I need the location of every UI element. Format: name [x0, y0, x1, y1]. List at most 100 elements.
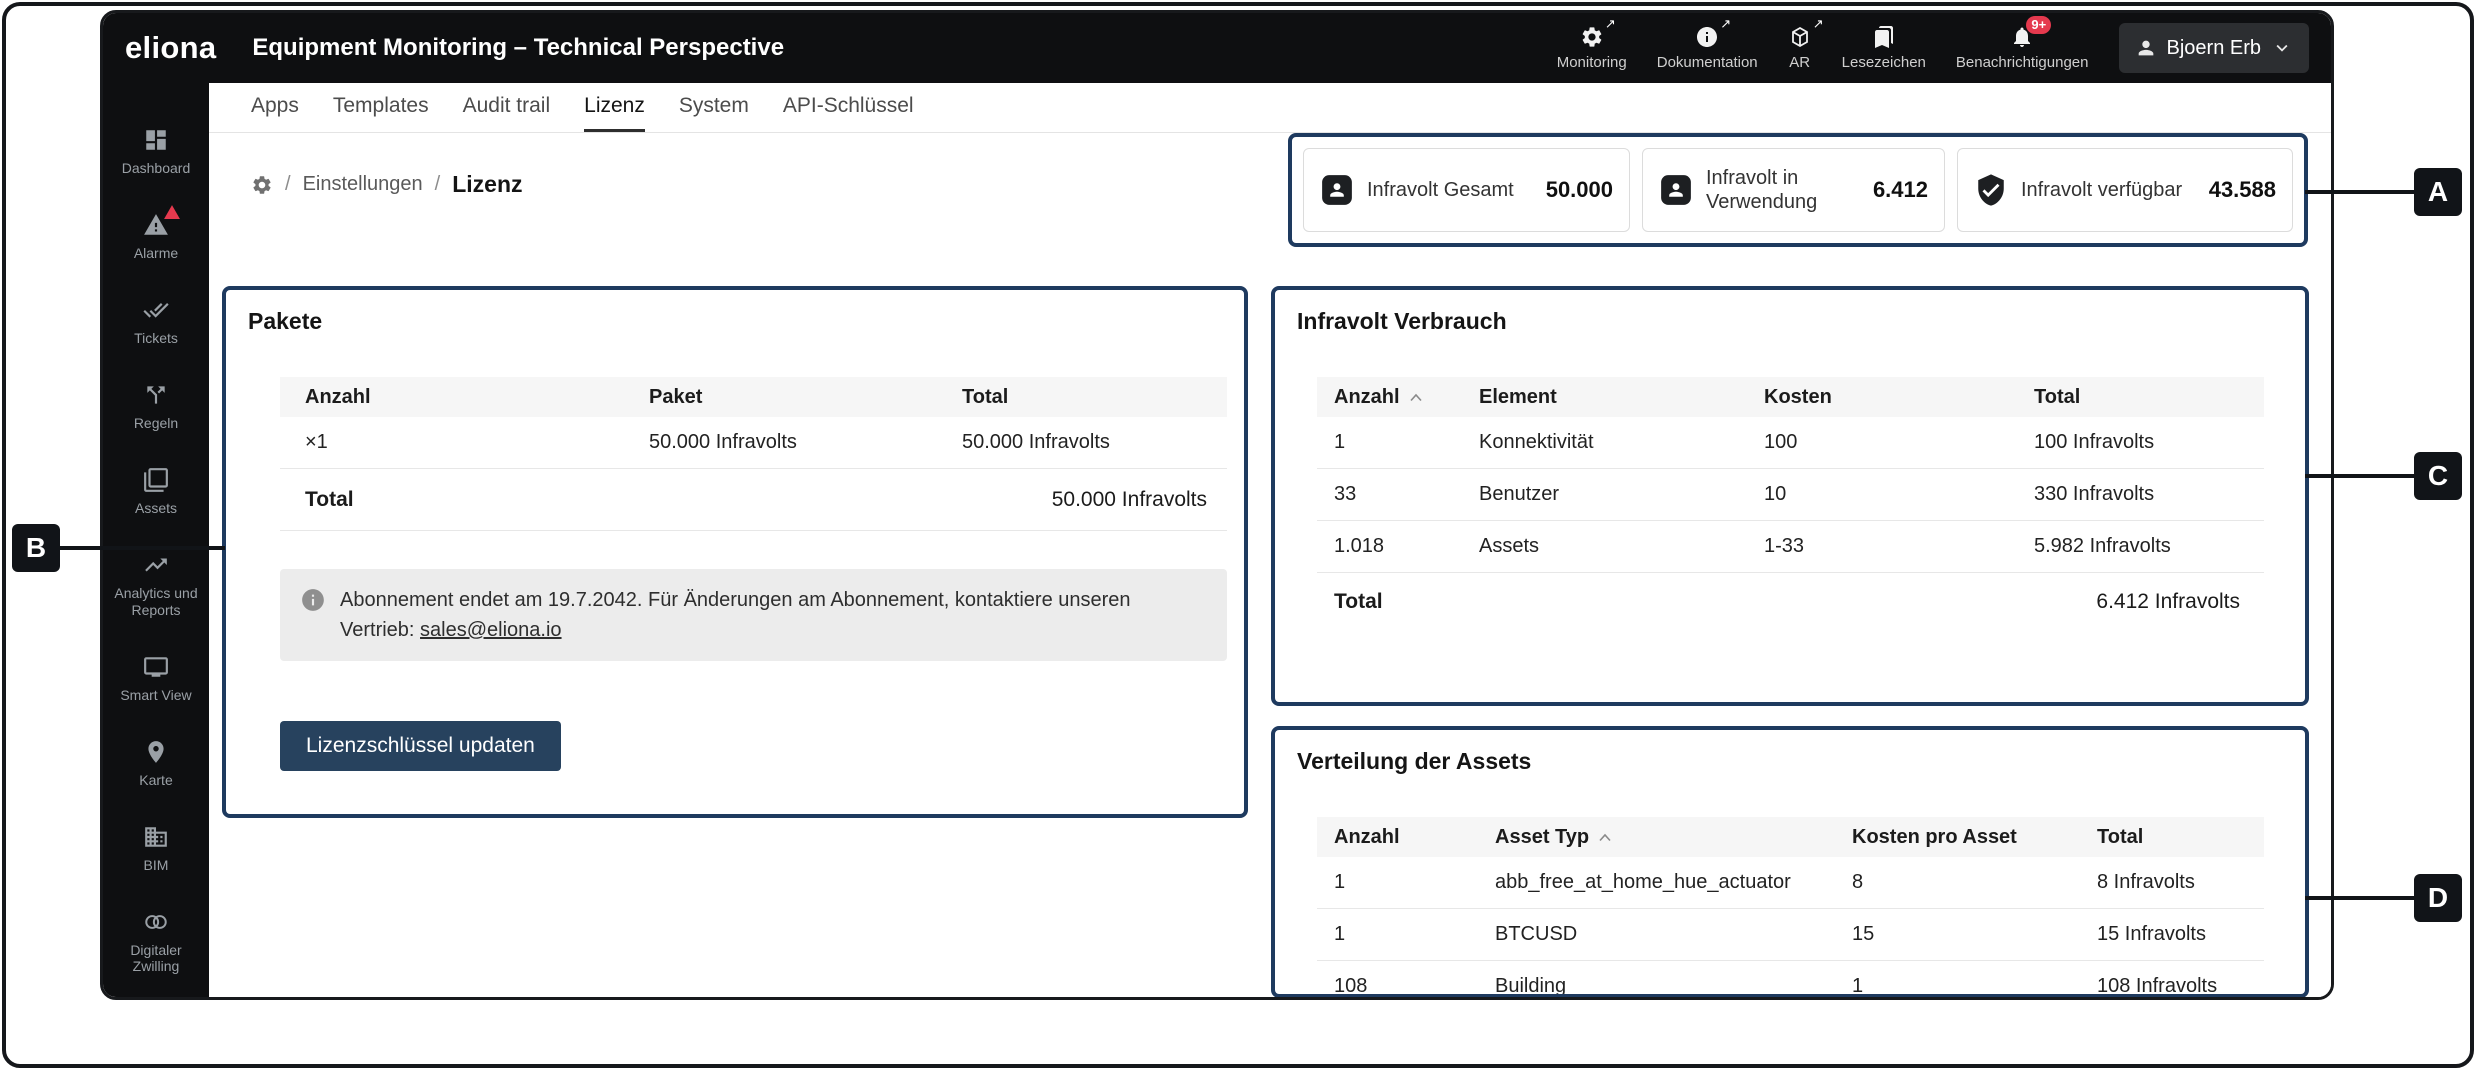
annotation-label-a: A: [2414, 168, 2462, 216]
tab-lizenz[interactable]: Lizenz: [584, 94, 645, 132]
nav-monitoring[interactable]: Monitoring: [1557, 25, 1627, 71]
table-cell: 15 Infravolts: [2080, 923, 2264, 946]
sort-asc-icon: [1598, 833, 1612, 842]
stat-label: Infravolt in Verwendung: [1706, 166, 1850, 215]
tab-bar: Apps Templates Audit trail Lizenz System…: [209, 83, 2331, 133]
tab-system[interactable]: System: [679, 94, 749, 132]
tickets-icon: [143, 297, 169, 323]
app-window: eliona Equipment Monitoring – Technical …: [100, 10, 2334, 1000]
panel-title: Pakete: [248, 308, 1244, 335]
annotation-label-c: C: [2414, 452, 2462, 500]
nav-ar[interactable]: AR: [1788, 25, 1812, 71]
nav-label: Monitoring: [1557, 54, 1627, 71]
verteilung-table: Anzahl Asset Typ Kosten pro Asset Total …: [1317, 817, 2264, 998]
column-header-asset-typ[interactable]: Asset Typ: [1478, 826, 1835, 849]
stat-card-gesamt: Infravolt Gesamt 50.000: [1303, 148, 1630, 232]
table-cell: 1: [1835, 975, 2080, 998]
column-header-paket: Paket: [624, 386, 937, 409]
verbrauch-total-row: Total 6.412 Infravolts: [1317, 573, 2264, 631]
table-cell: 100 Infravolts: [2017, 431, 2264, 454]
sidebar-item-regeln[interactable]: Regeln: [103, 364, 209, 449]
bell-icon: 9+: [2010, 25, 2034, 49]
sidebar-item-digitaler-zwilling[interactable]: Digitaler Zwilling: [103, 891, 209, 992]
rules-icon: [143, 382, 169, 408]
breadcrumb-einstellungen[interactable]: Einstellungen: [303, 173, 423, 196]
breadcrumb-separator: /: [285, 173, 291, 196]
annotation-line-d: [2305, 896, 2417, 900]
table-cell: abb_free_at_home_hue_actuator: [1478, 871, 1835, 894]
eliona-logo[interactable]: eliona: [125, 30, 216, 66]
nav-label: Benachrichtigungen: [1956, 54, 2089, 71]
verbrauch-table: Anzahl Element Kosten Total 1 Konnektivi…: [1317, 377, 2264, 631]
pakete-panel: Pakete Anzahl Paket Total ×1 50.000 Infr…: [222, 286, 1248, 818]
table-row: ×1 50.000 Infravolts 50.000 Infravolts: [280, 417, 1227, 469]
analytics-icon: [143, 552, 169, 578]
table-cell: 10: [1747, 483, 2017, 506]
nav-dokumentation[interactable]: Dokumentation: [1657, 25, 1758, 71]
column-header-total: Total: [2017, 386, 2264, 409]
stat-value: 43.588: [2199, 177, 2276, 203]
smart-view-icon: [143, 654, 169, 680]
panel-title: Verteilung der Assets: [1297, 748, 2305, 775]
table-cell: 1: [1317, 871, 1478, 894]
dashboard-icon: [143, 127, 169, 153]
nav-benachrichtigungen[interactable]: 9+ Benachrichtigungen: [1956, 25, 2089, 71]
annotation-line-b: [57, 546, 225, 550]
column-header-kosten-pro-asset: Kosten pro Asset: [1835, 826, 2080, 849]
sidebar-item-assets[interactable]: Assets: [103, 449, 209, 534]
sales-email-link[interactable]: sales@eliona.io: [420, 619, 562, 641]
total-label: Total: [1334, 590, 1383, 614]
tab-apps[interactable]: Apps: [251, 94, 299, 132]
shield-check-icon: [1974, 173, 2008, 207]
stat-card-verfuegbar: Infravolt verfügbar 43.588: [1957, 148, 2293, 232]
ar-cube-icon: [1788, 25, 1812, 49]
stat-value: 50.000: [1536, 177, 1613, 203]
table-cell: 1-33: [1747, 535, 2017, 558]
update-license-key-button[interactable]: Lizenzschlüssel updaten: [280, 721, 561, 771]
sidebar-item-karte[interactable]: Karte: [103, 721, 209, 806]
main-content: Apps Templates Audit trail Lizenz System…: [209, 83, 2331, 997]
breadcrumb-current-page: Lizenz: [452, 171, 522, 198]
table-cell: Konnektivität: [1462, 431, 1747, 454]
alarm-warning-icon: [143, 212, 169, 238]
stat-label: Infravolt Gesamt: [1367, 178, 1514, 202]
sidebar: Dashboard Alarme Tickets Regeln Assets: [103, 83, 209, 997]
sort-asc-icon: [1409, 393, 1423, 402]
verteilung-assets-panel: Verteilung der Assets Anzahl Asset Typ K…: [1271, 726, 2309, 998]
sidebar-item-bim[interactable]: BIM: [103, 806, 209, 891]
sidebar-item-alarme[interactable]: Alarme: [103, 194, 209, 279]
nav-label: AR: [1789, 54, 1810, 71]
tab-audit-trail[interactable]: Audit trail: [463, 94, 551, 132]
tab-api-schluessel[interactable]: API-Schlüssel: [783, 94, 914, 132]
table-cell: 15: [1835, 923, 2080, 946]
column-header-total: Total: [2080, 826, 2264, 849]
infravolt-verbrauch-panel: Infravolt Verbrauch Anzahl Element Koste…: [1271, 286, 2309, 706]
column-label: Anzahl: [1334, 386, 1400, 409]
bim-building-icon: [143, 824, 169, 850]
tab-templates[interactable]: Templates: [333, 94, 429, 132]
column-header-anzahl[interactable]: Anzahl: [1317, 386, 1462, 409]
annotation-line-c: [2305, 474, 2417, 478]
column-header-element: Element: [1462, 386, 1747, 409]
total-value: 6.412 Infravolts: [2096, 590, 2240, 614]
annotation-label-b: B: [12, 524, 60, 572]
panel-title: Infravolt Verbrauch: [1297, 308, 2305, 335]
nav-lesezeichen[interactable]: Lesezeichen: [1842, 25, 1926, 71]
sidebar-item-smart-view[interactable]: Smart View: [103, 636, 209, 721]
table-cell: 100: [1747, 431, 2017, 454]
app-header: eliona Equipment Monitoring – Technical …: [103, 13, 2331, 83]
sidebar-item-dashboard[interactable]: Dashboard: [103, 109, 209, 194]
table-cell: Benutzer: [1462, 483, 1747, 506]
user-menu[interactable]: Bjoern Erb: [2119, 23, 2310, 73]
table-row: 1 Konnektivität 100 100 Infravolts: [1317, 417, 2264, 469]
table-header-row: Anzahl Element Kosten Total: [1317, 377, 2264, 417]
annotation-line-a: [2305, 190, 2417, 194]
column-header-kosten: Kosten: [1747, 386, 2017, 409]
column-header-anzahl: Anzahl: [280, 386, 624, 409]
table-cell: 108: [1317, 975, 1478, 998]
table-header-row: Anzahl Asset Typ Kosten pro Asset Total: [1317, 817, 2264, 857]
sidebar-item-tickets[interactable]: Tickets: [103, 279, 209, 364]
table-cell: 8: [1835, 871, 2080, 894]
stat-label: Infravolt verfügbar: [2021, 178, 2182, 202]
annotation-label-d: D: [2414, 874, 2462, 922]
